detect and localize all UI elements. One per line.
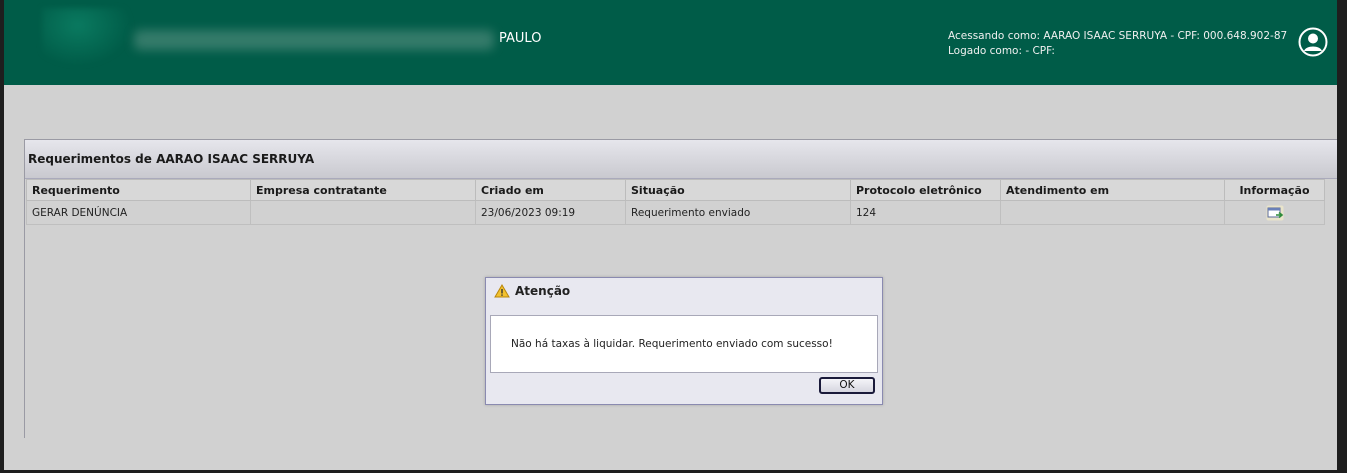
- column-header-protocolo[interactable]: Protocolo eletrônico: [850, 179, 1001, 201]
- cell-situacao: Requerimento enviado: [625, 200, 851, 225]
- panel-title: Requerimentos de AARAO ISAAC SERRUYA: [25, 140, 1337, 179]
- column-header-empresa[interactable]: Empresa contratante: [250, 179, 476, 201]
- accessing-as-text: Acessando como: AARAO ISAAC SERRUYA - CP…: [948, 30, 1288, 42]
- table-header-row: Requerimento Empresa contratante Criado …: [26, 179, 1325, 201]
- dialog-message: Não há taxas à liquidar. Requerimento en…: [511, 338, 833, 350]
- cell-protocolo: 124: [850, 200, 1001, 225]
- table-row[interactable]: GERAR DENÚNCIA 23/06/2023 09:19 Requerim…: [26, 200, 1325, 225]
- column-header-informacao[interactable]: Informação: [1224, 179, 1325, 201]
- cell-empresa: [250, 200, 476, 225]
- app-viewport: PAULO Acessando como: AARAO ISAAC SERRUY…: [4, 0, 1337, 470]
- dialog-title: Atenção: [515, 284, 571, 298]
- header-city: PAULO: [499, 31, 542, 46]
- organization-name-blurred: [134, 30, 494, 50]
- column-header-atendimento[interactable]: Atendimento em: [1000, 179, 1225, 201]
- info-window-icon[interactable]: [1266, 205, 1284, 221]
- top-header: PAULO Acessando como: AARAO ISAAC SERRUY…: [4, 0, 1337, 85]
- column-header-situacao[interactable]: Situação: [625, 179, 851, 201]
- cell-requerimento: GERAR DENÚNCIA: [26, 200, 251, 225]
- requirements-table: Requerimento Empresa contratante Criado …: [26, 179, 1325, 225]
- logo: [42, 8, 132, 66]
- ok-button[interactable]: OK: [819, 377, 875, 394]
- account-info: Acessando como: AARAO ISAAC SERRUYA - CP…: [948, 29, 1287, 59]
- column-header-criado-em[interactable]: Criado em: [475, 179, 626, 201]
- attention-dialog: Atenção Não há taxas à liquidar. Requeri…: [485, 277, 883, 405]
- dialog-title-bar: Atenção: [494, 284, 570, 298]
- cell-criado-em: 23/06/2023 09:19: [475, 200, 626, 225]
- dialog-body: Não há taxas à liquidar. Requerimento en…: [490, 315, 878, 373]
- column-header-requerimento[interactable]: Requerimento: [26, 179, 251, 201]
- warning-icon: [494, 284, 510, 298]
- user-circle-icon[interactable]: [1298, 27, 1328, 57]
- logged-as-text: Logado como: - CPF:: [948, 45, 1055, 57]
- cell-atendimento: [1000, 200, 1225, 225]
- cell-informacao: [1224, 200, 1325, 225]
